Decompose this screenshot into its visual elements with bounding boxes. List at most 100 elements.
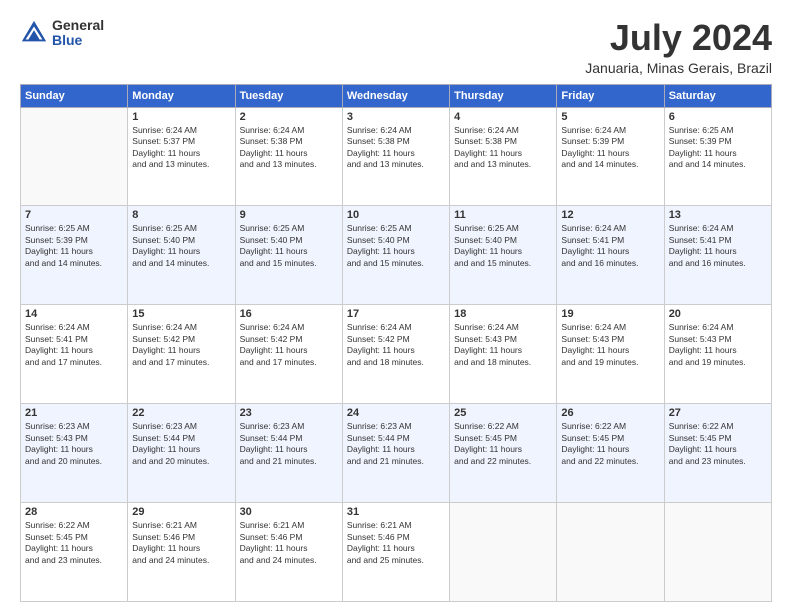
day-info: Sunrise: 6:22 AMSunset: 5:45 PMDaylight:… (454, 421, 552, 467)
day-number: 26 (561, 407, 659, 419)
day-cell: 31Sunrise: 6:21 AMSunset: 5:46 PMDayligh… (342, 503, 449, 602)
day-number: 11 (454, 209, 552, 221)
calendar: SundayMondayTuesdayWednesdayThursdayFrid… (20, 84, 772, 602)
day-cell: 14 Sunrise: 6:24 AMSunset: 5:41 PMDayligh… (21, 305, 128, 404)
day-cell: 24Sunrise: 6:23 AMSunset: 5:44 PMDayligh… (342, 404, 449, 503)
day-cell: 6 Sunrise: 6:25 AMSunset: 5:39 PMDaylight… (664, 107, 771, 206)
day-cell: 23Sunrise: 6:23 AMSunset: 5:44 PMDayligh… (235, 404, 342, 503)
day-info: Sunrise: 6:22 AMSunset: 5:45 PMDaylight:… (669, 421, 767, 467)
day-number: 29 (132, 506, 230, 518)
day-number: 6 (669, 111, 767, 123)
day-info: Sunrise: 6:25 AMSunset: 5:39 PMDaylight:… (25, 223, 123, 269)
day-info: Sunrise: 6:23 AMSunset: 5:44 PMDaylight:… (132, 421, 230, 467)
day-number: 4 (454, 111, 552, 123)
day-cell (450, 503, 557, 602)
day-number: 16 (240, 308, 338, 320)
day-number: 9 (240, 209, 338, 221)
day-number: 14 (25, 308, 123, 320)
day-cell: 15Sunrise: 6:24 AMSunset: 5:42 PMDayligh… (128, 305, 235, 404)
day-info: Sunrise: 6:24 AMSunset: 5:41 PMDaylight:… (561, 223, 659, 269)
day-info: Sunrise: 6:25 AMSunset: 5:40 PMDaylight:… (454, 223, 552, 269)
day-info: Sunrise: 6:24 AMSunset: 5:42 PMDaylight:… (347, 322, 445, 368)
day-number: 10 (347, 209, 445, 221)
weekday-monday: Monday (128, 84, 235, 107)
week-row-5: 28Sunrise: 6:22 AMSunset: 5:45 PMDayligh… (21, 503, 772, 602)
day-info: Sunrise: 6:24 AMSunset: 5:38 PMDaylight:… (454, 125, 552, 171)
day-info: Sunrise: 6:25 AMSunset: 5:40 PMDaylight:… (347, 223, 445, 269)
page: General Blue July 2024 Januaria, Minas G… (0, 0, 792, 612)
day-cell: 18 Sunrise: 6:24 AMSunset: 5:43 PMDayligh… (450, 305, 557, 404)
day-info: Sunrise: 6:24 AMSunset: 5:41 PMDaylight:… (25, 322, 123, 368)
logo-icon (20, 19, 48, 47)
day-info: Sunrise: 6:21 AMSunset: 5:46 PMDaylight:… (132, 520, 230, 566)
day-info: Sunrise: 6:24 AMSunset: 5:38 PMDaylight:… (347, 125, 445, 171)
day-number: 27 (669, 407, 767, 419)
header: General Blue July 2024 Januaria, Minas G… (20, 18, 772, 76)
day-cell: 4 Sunrise: 6:24 AMSunset: 5:38 PMDaylight… (450, 107, 557, 206)
day-cell: 13 Sunrise: 6:24 AMSunset: 5:41 PMDayligh… (664, 206, 771, 305)
day-number: 28 (25, 506, 123, 518)
day-info: Sunrise: 6:24 AMSunset: 5:37 PMDaylight:… (132, 125, 230, 171)
day-cell: 21Sunrise: 6:23 AMSunset: 5:43 PMDayligh… (21, 404, 128, 503)
day-info: Sunrise: 6:24 AMSunset: 5:38 PMDaylight:… (240, 125, 338, 171)
day-info: Sunrise: 6:24 AMSunset: 5:43 PMDaylight:… (669, 322, 767, 368)
weekday-thursday: Thursday (450, 84, 557, 107)
logo: General Blue (20, 18, 104, 49)
day-cell: 28Sunrise: 6:22 AMSunset: 5:45 PMDayligh… (21, 503, 128, 602)
day-info: Sunrise: 6:21 AMSunset: 5:46 PMDaylight:… (347, 520, 445, 566)
day-number: 22 (132, 407, 230, 419)
day-number: 17 (347, 308, 445, 320)
day-cell: 8Sunrise: 6:25 AMSunset: 5:40 PMDaylight… (128, 206, 235, 305)
day-number: 20 (669, 308, 767, 320)
day-info: Sunrise: 6:24 AMSunset: 5:43 PMDaylight:… (454, 322, 552, 368)
month-title: July 2024 (585, 18, 772, 58)
weekday-saturday: Saturday (664, 84, 771, 107)
day-cell: 19 Sunrise: 6:24 AMSunset: 5:43 PMDayligh… (557, 305, 664, 404)
day-cell: 29 Sunrise: 6:21 AMSunset: 5:46 PMDayligh… (128, 503, 235, 602)
day-info: Sunrise: 6:23 AMSunset: 5:44 PMDaylight:… (347, 421, 445, 467)
day-number: 25 (454, 407, 552, 419)
logo-general-text: General (52, 18, 104, 33)
day-number: 3 (347, 111, 445, 123)
day-cell: 9 Sunrise: 6:25 AMSunset: 5:40 PMDaylight… (235, 206, 342, 305)
day-info: Sunrise: 6:24 AMSunset: 5:41 PMDaylight:… (669, 223, 767, 269)
day-info: Sunrise: 6:25 AMSunset: 5:39 PMDaylight:… (669, 125, 767, 171)
day-info: Sunrise: 6:24 AMSunset: 5:43 PMDaylight:… (561, 322, 659, 368)
day-info: Sunrise: 6:23 AMSunset: 5:44 PMDaylight:… (240, 421, 338, 467)
day-cell: 1Sunrise: 6:24 AMSunset: 5:37 PMDaylight… (128, 107, 235, 206)
day-number: 7 (25, 209, 123, 221)
day-number: 19 (561, 308, 659, 320)
day-cell: 2 Sunrise: 6:24 AMSunset: 5:38 PMDaylight… (235, 107, 342, 206)
day-cell: 3 Sunrise: 6:24 AMSunset: 5:38 PMDaylight… (342, 107, 449, 206)
day-cell: 25 Sunrise: 6:22 AMSunset: 5:45 PMDayligh… (450, 404, 557, 503)
week-row-4: 21Sunrise: 6:23 AMSunset: 5:43 PMDayligh… (21, 404, 772, 503)
day-number: 13 (669, 209, 767, 221)
day-cell (664, 503, 771, 602)
day-number: 12 (561, 209, 659, 221)
day-cell: 30Sunrise: 6:21 AMSunset: 5:46 PMDayligh… (235, 503, 342, 602)
weekday-wednesday: Wednesday (342, 84, 449, 107)
title-block: July 2024 Januaria, Minas Gerais, Brazil (585, 18, 772, 76)
day-cell: 16 Sunrise: 6:24 AMSunset: 5:42 PMDayligh… (235, 305, 342, 404)
week-row-1: 1Sunrise: 6:24 AMSunset: 5:37 PMDaylight… (21, 107, 772, 206)
weekday-sunday: Sunday (21, 84, 128, 107)
week-row-3: 14 Sunrise: 6:24 AMSunset: 5:41 PMDayligh… (21, 305, 772, 404)
day-number: 2 (240, 111, 338, 123)
day-number: 18 (454, 308, 552, 320)
day-cell: 26 Sunrise: 6:22 AMSunset: 5:45 PMDayligh… (557, 404, 664, 503)
day-cell (557, 503, 664, 602)
day-number: 30 (240, 506, 338, 518)
day-cell: 27 Sunrise: 6:22 AMSunset: 5:45 PMDayligh… (664, 404, 771, 503)
day-info: Sunrise: 6:24 AMSunset: 5:39 PMDaylight:… (561, 125, 659, 171)
day-info: Sunrise: 6:24 AMSunset: 5:42 PMDaylight:… (240, 322, 338, 368)
week-row-2: 7 Sunrise: 6:25 AMSunset: 5:39 PMDaylight… (21, 206, 772, 305)
day-info: Sunrise: 6:24 AMSunset: 5:42 PMDaylight:… (132, 322, 230, 368)
location: Januaria, Minas Gerais, Brazil (585, 60, 772, 76)
day-cell: 12 Sunrise: 6:24 AMSunset: 5:41 PMDayligh… (557, 206, 664, 305)
day-cell: 11 Sunrise: 6:25 AMSunset: 5:40 PMDayligh… (450, 206, 557, 305)
day-info: Sunrise: 6:25 AMSunset: 5:40 PMDaylight:… (240, 223, 338, 269)
day-info: Sunrise: 6:22 AMSunset: 5:45 PMDaylight:… (561, 421, 659, 467)
day-info: Sunrise: 6:23 AMSunset: 5:43 PMDaylight:… (25, 421, 123, 467)
logo-text: General Blue (52, 18, 104, 49)
day-cell (21, 107, 128, 206)
